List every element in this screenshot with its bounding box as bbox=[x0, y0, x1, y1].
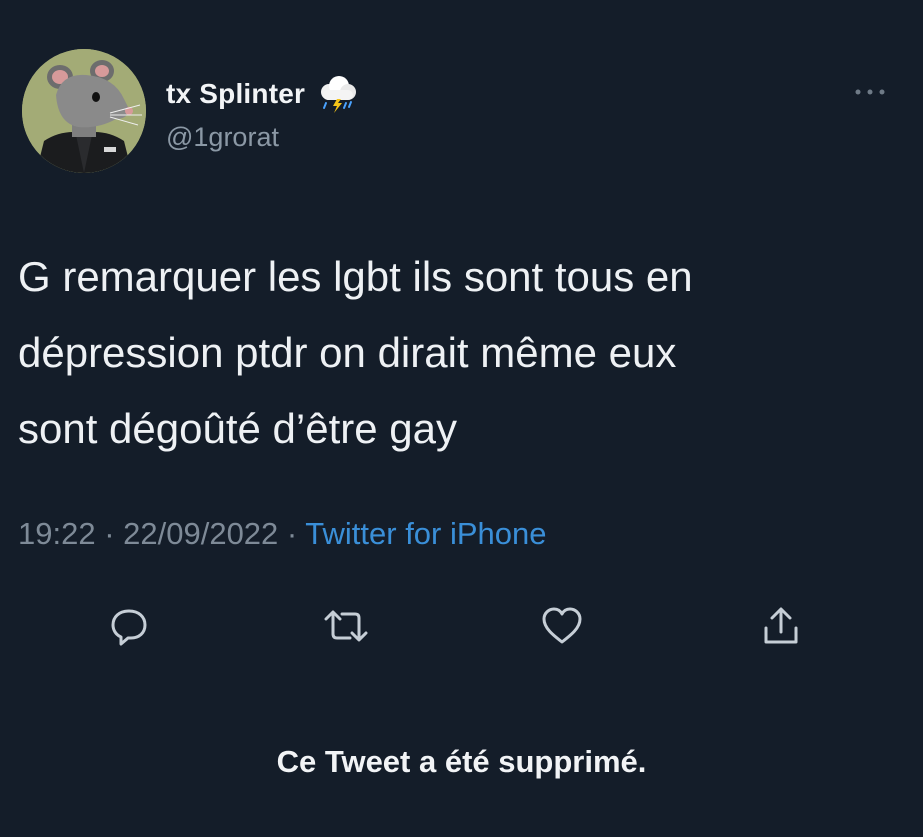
retweet-button[interactable] bbox=[318, 598, 374, 654]
like-button[interactable] bbox=[534, 598, 590, 654]
reply-button[interactable] bbox=[101, 598, 157, 654]
tweet-text: G remarquer les lgbt ils sont tous en dé… bbox=[18, 253, 693, 452]
display-name[interactable]: tx Splinter bbox=[166, 78, 305, 110]
tweet-meta: 19:22 · 22/09/2022 · Twitter for iPhone bbox=[18, 516, 547, 552]
tweet-source-link[interactable]: Twitter for iPhone bbox=[305, 516, 546, 551]
reply-icon bbox=[111, 609, 147, 646]
more-options-icon[interactable] bbox=[850, 82, 890, 102]
share-icon bbox=[764, 607, 798, 644]
share-button[interactable] bbox=[753, 598, 809, 654]
tweet-time: 19:22 bbox=[18, 516, 96, 551]
tweet-actions bbox=[0, 598, 923, 654]
user-handle[interactable]: @1grorat bbox=[166, 122, 279, 153]
tweet-date: 22/09/2022 bbox=[123, 516, 279, 551]
thunder-cloud-rain-icon bbox=[321, 76, 357, 113]
meta-separator: · bbox=[278, 516, 306, 551]
rat-avatar[interactable] bbox=[22, 49, 146, 173]
tweet-screen: tx Splinter @1grorat G remarquer les lgb… bbox=[0, 0, 923, 837]
like-icon bbox=[542, 607, 582, 644]
tweet-deleted-notice: Ce Tweet a été supprimé. bbox=[276, 744, 647, 779]
display-name-row[interactable]: tx Splinter bbox=[166, 72, 359, 116]
meta-separator: · bbox=[95, 516, 124, 551]
retweet-icon bbox=[324, 610, 368, 642]
rat-avatar-image bbox=[22, 49, 146, 173]
